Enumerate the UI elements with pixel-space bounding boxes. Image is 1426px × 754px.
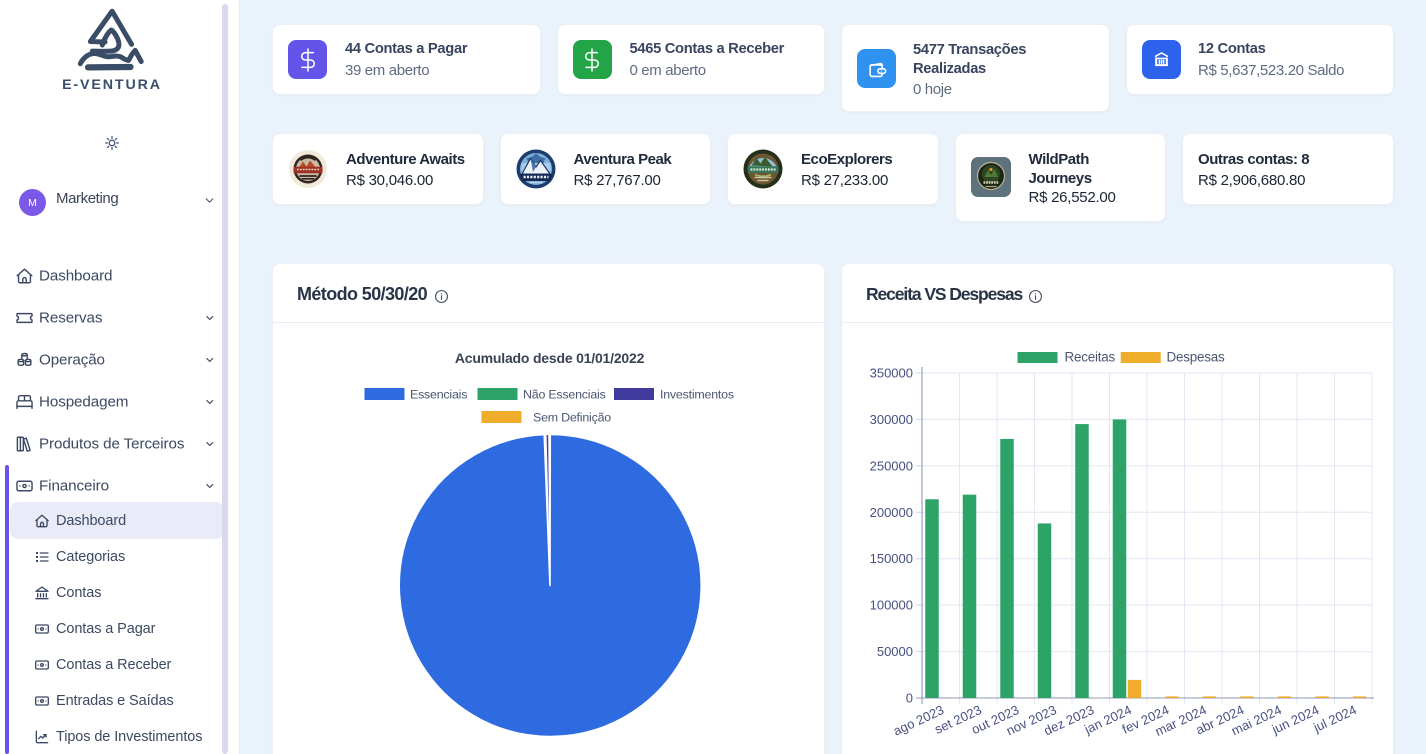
svg-text:0: 0 (906, 691, 913, 706)
svg-text:Despesas: Despesas (1167, 350, 1225, 365)
svg-text:Receitas: Receitas (1065, 350, 1116, 365)
svg-text:Não Essenciais: Não Essenciais (523, 388, 606, 402)
svg-text:Sem Definição: Sem Definição (533, 411, 611, 425)
svg-text:50000: 50000 (877, 644, 913, 659)
svg-text:100000: 100000 (870, 598, 913, 613)
svg-text:300000: 300000 (870, 412, 913, 427)
svg-text:Essenciais: Essenciais (410, 388, 467, 402)
svg-text:Investimentos: Investimentos (660, 388, 734, 402)
svg-text:jul 2024: jul 2024 (1310, 702, 1359, 735)
svg-text:250000: 250000 (870, 458, 913, 473)
svg-text:350000: 350000 (870, 366, 913, 381)
svg-text:150000: 150000 (870, 551, 913, 566)
svg-text:200000: 200000 (870, 505, 913, 520)
